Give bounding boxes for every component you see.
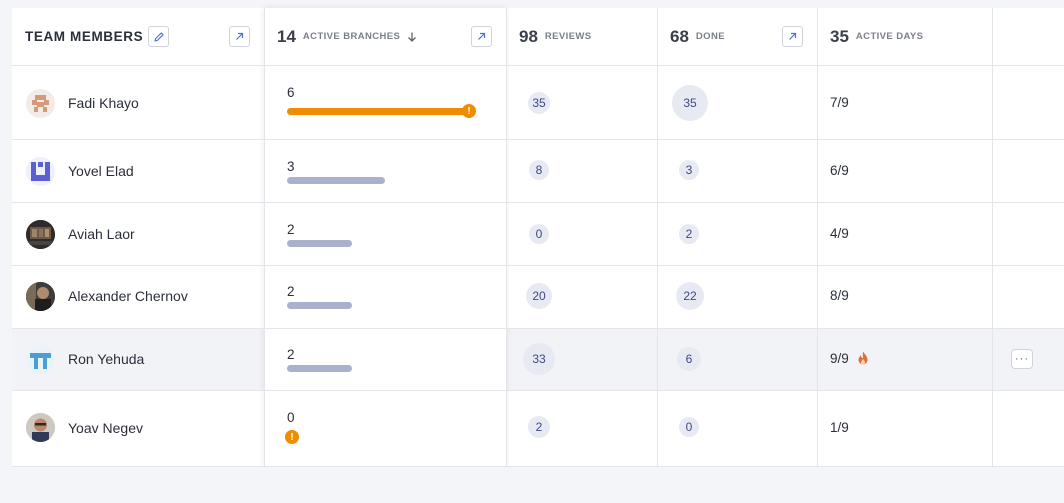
- branch-count: 3: [287, 159, 295, 174]
- arrow-up-right-icon: [789, 32, 797, 40]
- branches-label: ACTIVE BRANCHES: [302, 31, 401, 42]
- branch-bar: [287, 177, 385, 184]
- done-bubble[interactable]: 6: [677, 347, 701, 371]
- member-name[interactable]: Fadi Khayo: [68, 95, 139, 111]
- member-name[interactable]: Aviah Laor: [68, 226, 135, 242]
- done-bubble[interactable]: 0: [679, 417, 699, 437]
- reviews-label: REVIEWS: [544, 31, 592, 42]
- active-days-value: 9/9: [830, 351, 849, 366]
- branch-bar: [287, 108, 468, 115]
- member-name[interactable]: Yovel Elad: [68, 163, 134, 179]
- done-total: 68: [670, 26, 689, 46]
- active-branches-header[interactable]: 14 ACTIVE BRANCHES: [277, 8, 418, 65]
- identicon-avatar: [31, 162, 50, 181]
- reviews-bubble[interactable]: 2: [528, 416, 550, 438]
- col-divider: [506, 8, 507, 467]
- active-days-label: ACTIVE DAYS: [855, 31, 924, 42]
- member-name[interactable]: Alexander Chernov: [68, 288, 188, 304]
- reviews-bubble[interactable]: 35: [528, 92, 550, 114]
- row-more-button[interactable]: ···: [1011, 349, 1033, 369]
- photo-avatar: [26, 220, 55, 249]
- arrow-up-right-icon: [236, 32, 244, 40]
- col-divider: [264, 8, 265, 467]
- avatar: [26, 345, 55, 374]
- active-branches-column: [264, 8, 506, 467]
- row-divider: [12, 265, 1064, 266]
- arrow-down-icon: [408, 32, 417, 42]
- row-divider: [12, 202, 1064, 203]
- active-days-value: 8/9: [830, 288, 849, 303]
- expand-branches-button[interactable]: [471, 26, 492, 47]
- avatar: [26, 413, 55, 442]
- col-divider: [992, 8, 993, 467]
- avatar: [26, 282, 55, 311]
- done-bubble[interactable]: 3: [679, 160, 699, 180]
- row-divider: [12, 65, 1064, 66]
- active-days-total: 35: [830, 26, 849, 46]
- active-days-value: 6/9: [830, 163, 849, 178]
- branch-count: 0: [287, 410, 295, 425]
- active-days-value: 4/9: [830, 226, 849, 241]
- active-days-header[interactable]: 35 ACTIVE DAYS: [830, 8, 923, 65]
- expand-team-button[interactable]: [229, 26, 250, 47]
- avatar: [26, 89, 55, 118]
- exclamation-icon: !: [462, 104, 476, 118]
- branch-count: 6: [287, 85, 295, 100]
- arrow-up-right-icon: [478, 32, 486, 40]
- branch-count: 2: [287, 347, 295, 362]
- active-days-value: 7/9: [830, 95, 849, 110]
- fire-icon: [858, 351, 868, 365]
- branch-count: 2: [287, 222, 295, 237]
- branch-bar: [287, 365, 352, 372]
- reviews-bubble[interactable]: 0: [529, 224, 549, 244]
- edit-team-button[interactable]: [148, 26, 169, 47]
- reviews-total: 98: [519, 26, 538, 46]
- expand-done-button[interactable]: [782, 26, 803, 47]
- team-members-header: TEAM MEMBERS: [25, 8, 143, 65]
- row-divider: [12, 139, 1064, 140]
- branch-bar: [287, 302, 352, 309]
- member-name[interactable]: Yoav Negev: [68, 420, 143, 436]
- team-table: TEAM MEMBERS 14 ACTIVE BRANCHES 98 REVIE…: [12, 8, 1064, 467]
- done-bubble[interactable]: 35: [672, 85, 708, 121]
- avatar: [26, 220, 55, 249]
- branch-count: 2: [287, 284, 295, 299]
- done-label: DONE: [695, 31, 725, 42]
- row-divider: [12, 328, 1064, 329]
- page-background: [0, 467, 1064, 503]
- exclamation-icon: !: [285, 430, 299, 444]
- done-bubble[interactable]: 22: [676, 282, 704, 310]
- reviews-bubble[interactable]: 20: [526, 283, 552, 309]
- row-divider: [12, 390, 1064, 391]
- avatar: [26, 157, 55, 186]
- ellipsis-icon: ···: [1015, 352, 1029, 365]
- col-divider: [657, 8, 658, 467]
- col-divider: [817, 8, 818, 467]
- branch-bar: [287, 240, 352, 247]
- member-name[interactable]: Ron Yehuda: [68, 351, 144, 367]
- done-bubble[interactable]: 2: [679, 224, 699, 244]
- identicon-avatar: [30, 353, 51, 369]
- active-days-value: 1/9: [830, 420, 849, 435]
- photo-avatar: [26, 413, 55, 442]
- reviews-header[interactable]: 98 REVIEWS: [519, 8, 592, 65]
- pencil-icon: [153, 31, 164, 42]
- team-members-title: TEAM MEMBERS: [25, 29, 144, 44]
- reviews-bubble[interactable]: 33: [523, 343, 555, 375]
- done-header[interactable]: 68 DONE: [670, 8, 725, 65]
- branches-total: 14: [277, 26, 296, 46]
- reviews-bubble[interactable]: 8: [529, 160, 549, 180]
- identicon-avatar: [32, 95, 49, 112]
- photo-avatar: [26, 282, 55, 311]
